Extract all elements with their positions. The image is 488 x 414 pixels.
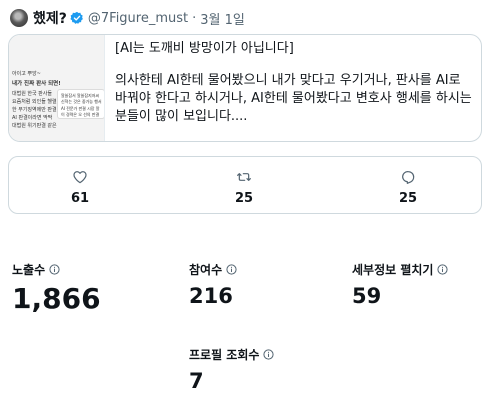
verified-badge-icon	[70, 11, 83, 24]
thumbnail-inner-panel: 알쓸잡서 알쓸잡지저씨 신혁는 것은 중가능 행서 AI 전문가 판결 시장 알…	[57, 89, 104, 119]
stat-label: 프로필 조회수	[189, 348, 260, 362]
card-body: 의사한테 AI한테 물어봤으니 내가 맞다고 우기거나, 판사를 AI로 바꿔야…	[115, 73, 472, 124]
info-icon[interactable]	[226, 264, 237, 275]
info-icon[interactable]	[49, 264, 60, 275]
stat-value: 1,866	[12, 282, 101, 315]
stat-value: 216	[189, 284, 233, 308]
stat-value: 59	[352, 284, 382, 308]
thumbnail-text: 아이고 뿌앙~	[12, 71, 41, 77]
like-button[interactable]: 61	[60, 169, 100, 206]
stat-profile-visits: 프로필 조회수 7	[189, 346, 275, 393]
thumbnail-text: 내가 진짜 판사 되면!	[12, 81, 61, 87]
engagement-actions-bar: 61 25 25	[8, 156, 482, 214]
retweet-count: 25	[234, 191, 254, 206]
thumbnail-text: 요즘처럼 외인들 헬렬	[12, 99, 57, 105]
like-count: 61	[70, 191, 90, 206]
reply-count: 25	[398, 191, 418, 206]
tweet-content-card[interactable]: 아이고 뿌앙~ 내가 진짜 판사 되면! 대법원 한국 판사들 요즘처럼 외인들…	[8, 34, 482, 142]
info-icon[interactable]	[437, 264, 449, 275]
thumbnail-text: 신혁는 것은 중가능 행서	[61, 99, 102, 104]
stat-impressions: 노출수 1,866	[12, 261, 101, 315]
thumbnail-text: 대법원 한국 판사들	[12, 91, 52, 97]
thumbnail-image[interactable]: 아이고 뿌앙~ 내가 진짜 판사 되면! 대법원 한국 판사들 요즘처럼 외인들…	[9, 35, 105, 141]
reply-button[interactable]: 25	[388, 169, 428, 206]
author-handle[interactable]: @7Figure_must	[88, 11, 188, 26]
avatar[interactable]	[10, 9, 28, 27]
separator-dot: ·	[192, 10, 197, 26]
tweet-date[interactable]: 3월 1일	[200, 9, 245, 28]
author-name[interactable]: 했제?	[33, 8, 67, 28]
stat-detail-expands: 세부정보 펼치기 59	[352, 261, 449, 308]
thumbnail-text: AI 판결이라면 딱딱	[12, 115, 53, 121]
retweet-icon	[237, 173, 251, 181]
card-title: [AI는 도깨비 방망이가 아닙니다]	[115, 41, 294, 56]
reply-bubble-icon	[402, 171, 415, 184]
info-icon[interactable]	[263, 349, 275, 360]
heart-icon	[73, 171, 87, 184]
tweet-analytics-view: 했제? @7Figure_must · 3월 1일 아이고 뿌앙~ 내가 진짜 …	[0, 0, 488, 414]
tweet-header: 했제? @7Figure_must · 3월 1일	[10, 8, 245, 28]
thumbnail-text: 대법원 위기판결 같은	[12, 123, 57, 129]
stat-label: 세부정보 펼치기	[352, 263, 434, 277]
stat-label: 참여수	[189, 263, 223, 277]
thumbnail-text: 이 경력은 오 선의 판결	[61, 112, 100, 117]
thumbnail-text: 한 무기징역에만 판결	[12, 107, 57, 113]
stat-engagements: 참여수 216	[189, 261, 237, 308]
retweet-button[interactable]: 25	[224, 169, 264, 206]
stat-value: 7	[189, 369, 204, 393]
card-text: [AI는 도깨비 방망이가 아닙니다] 의사한테 AI한테 물어봤으니 내가 맞…	[115, 40, 475, 126]
stat-label: 노출수	[12, 263, 46, 277]
